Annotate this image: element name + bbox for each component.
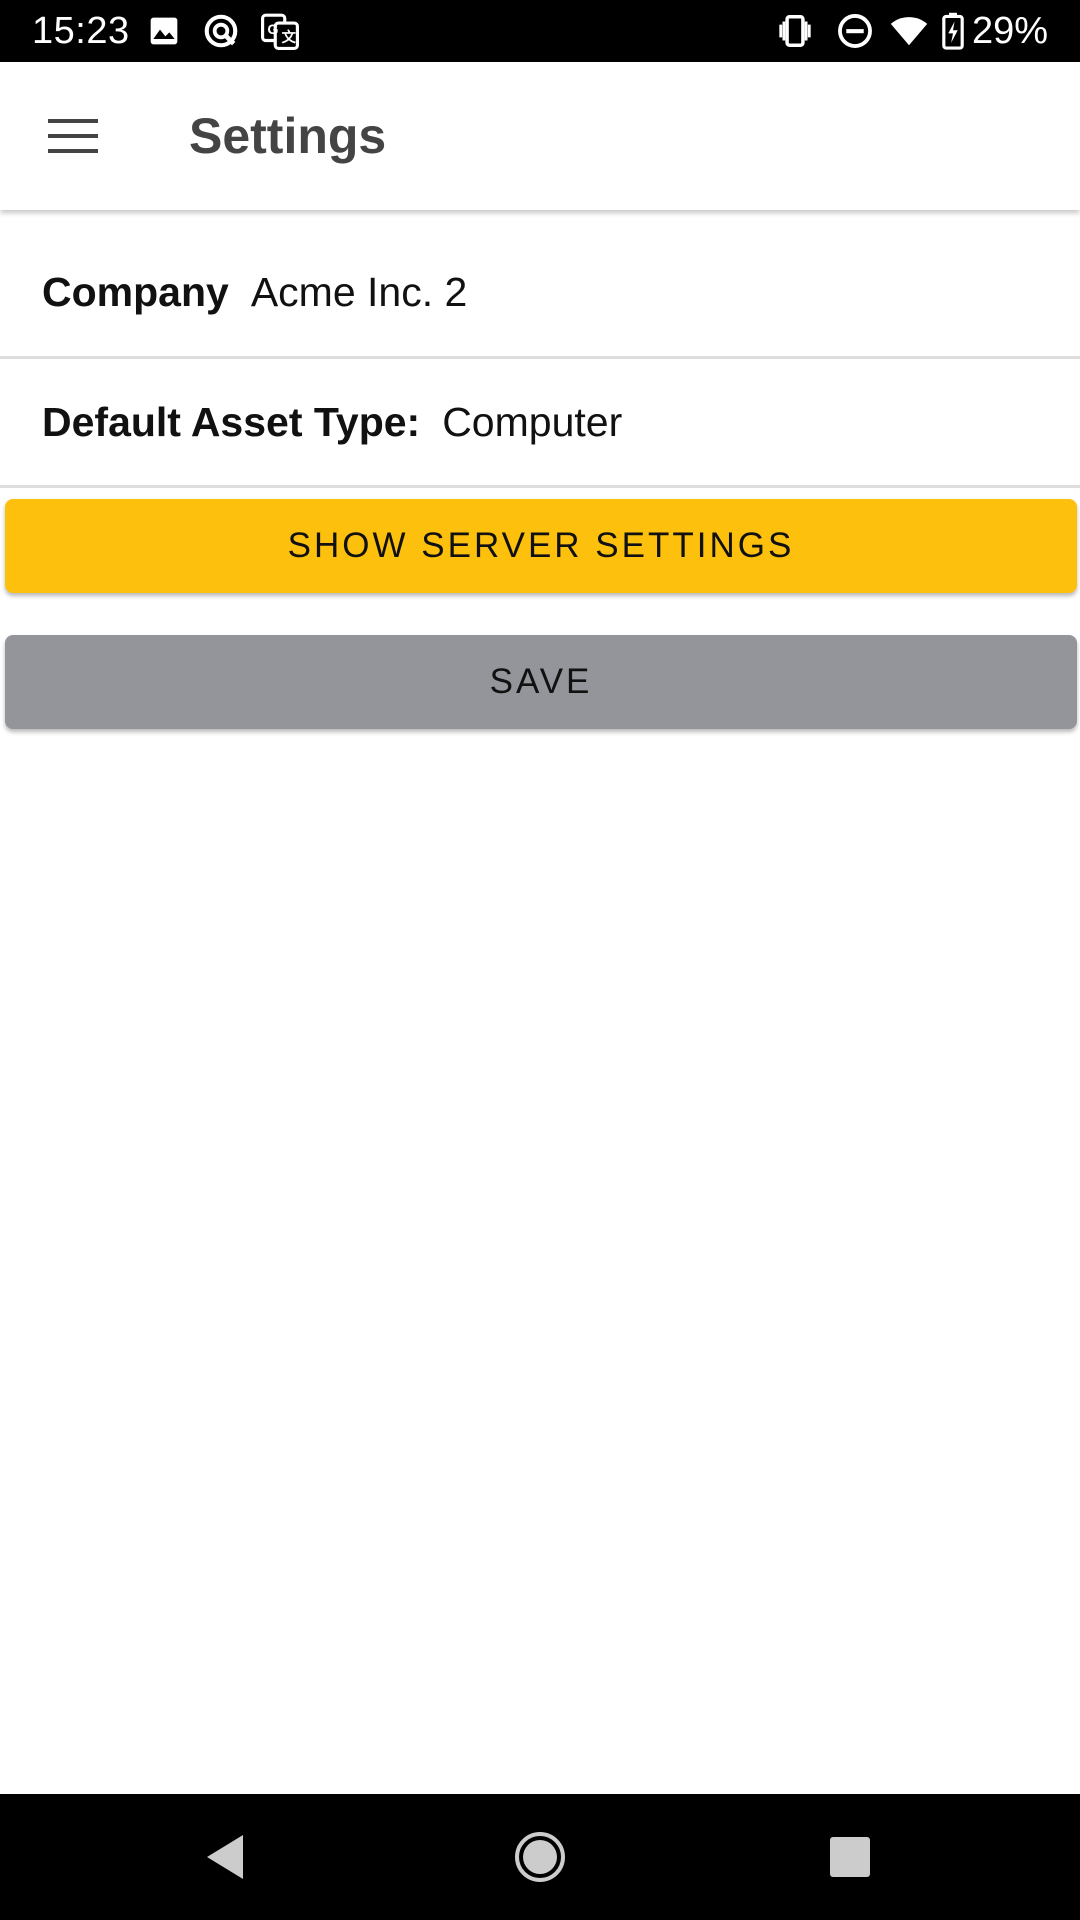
sync-icon [202,12,242,50]
menu-button[interactable] [40,106,106,166]
default-asset-type-row[interactable]: Default Asset Type: Computer [0,359,1080,488]
back-icon [207,1835,243,1879]
svg-text:文: 文 [282,28,297,46]
navigation-bar [0,1794,1080,1920]
company-value: Acme Inc. 2 [250,268,468,315]
home-button[interactable] [510,1827,570,1887]
status-bar: 15:23 G 文 29% [0,0,1080,62]
company-label: Company [42,268,229,315]
battery-charging-icon [940,12,966,50]
do-not-disturb-icon [836,12,876,50]
image-icon [148,12,188,50]
settings-screen: 15:23 G 文 29% Settings Company Acme Inc.… [0,0,1080,1920]
back-button[interactable] [195,1827,255,1887]
wifi-icon [888,12,928,50]
status-time: 15:23 [32,10,130,52]
vibrate-icon [776,12,816,50]
page-title: Settings [189,108,387,164]
svg-text:G: G [267,22,278,38]
hamburger-menu-icon [48,119,98,153]
recents-button[interactable] [820,1827,880,1887]
show-server-settings-button[interactable]: SHOW SERVER SETTINGS [5,499,1077,593]
default-asset-type-label: Default Asset Type: [42,398,421,445]
default-asset-type-value: Computer [442,398,623,445]
recents-icon [830,1837,870,1877]
home-icon [515,1832,565,1882]
save-button[interactable]: SAVE [5,635,1077,729]
translate-icon: G 文 [260,12,300,50]
app-bar: Settings [0,62,1080,210]
company-row[interactable]: Company Acme Inc. 2 [0,228,1080,359]
battery-percent: 29% [971,10,1048,52]
